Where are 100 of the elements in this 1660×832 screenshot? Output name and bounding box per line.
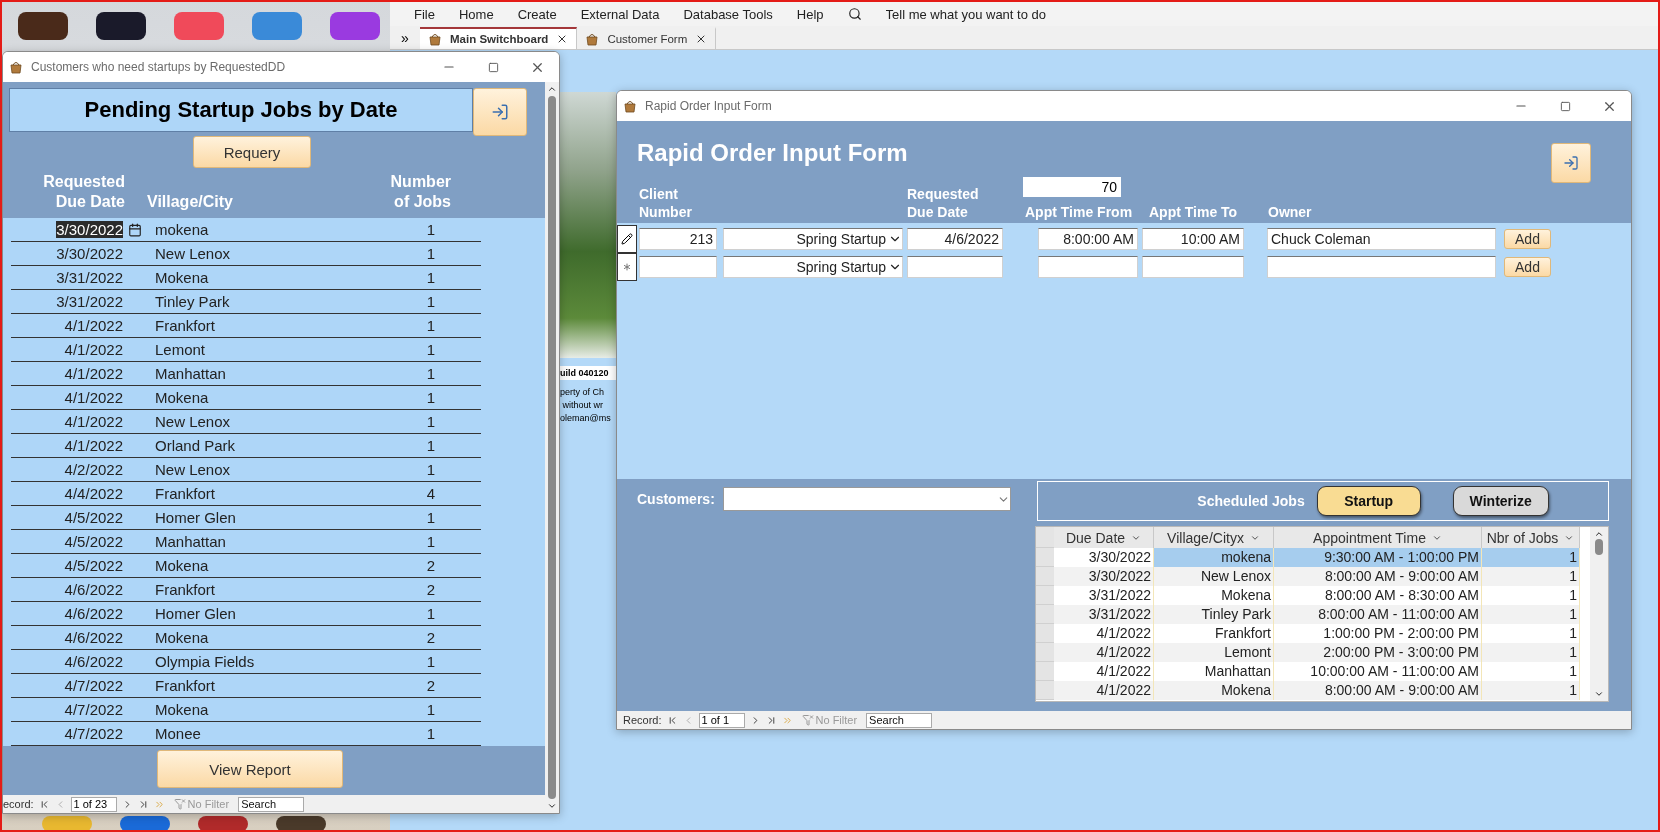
scroll-up-icon[interactable] bbox=[547, 84, 557, 94]
record-position-field[interactable]: 1 of 1 bbox=[698, 712, 745, 728]
jobs-cell-text: 1 bbox=[425, 653, 437, 671]
scrollbar[interactable] bbox=[1590, 527, 1608, 701]
pencil-icon bbox=[621, 233, 633, 245]
jobs-cell-text: 2 bbox=[425, 581, 437, 599]
menu-item[interactable]: Help bbox=[796, 6, 824, 22]
city-cell-text: mokena bbox=[154, 221, 210, 239]
table-cell: 1 bbox=[1482, 605, 1580, 624]
app-icon[interactable] bbox=[18, 12, 68, 40]
date-cell[interactable]: 3/31/2022 bbox=[11, 293, 123, 311]
date-cell[interactable]: 4/5/2022 bbox=[11, 557, 123, 575]
app-icon[interactable] bbox=[276, 816, 326, 830]
scroll-thumb[interactable] bbox=[548, 96, 556, 799]
menu-item[interactable]: File bbox=[414, 6, 435, 22]
date-cell[interactable]: 4/4/2022 bbox=[11, 485, 123, 503]
column-header: Requested Due Date bbox=[42, 172, 125, 212]
jobs-cell-text: 1 bbox=[425, 509, 437, 527]
add-button[interactable]: Add bbox=[1504, 257, 1551, 277]
calendar-icon[interactable] bbox=[128, 222, 142, 237]
note-text: without wr bbox=[561, 399, 604, 412]
city-cell-text: Frankfort bbox=[154, 581, 216, 599]
scrollbar[interactable] bbox=[545, 82, 559, 813]
date-cell[interactable]: 4/6/2022 bbox=[11, 581, 123, 599]
scroll-thumb[interactable] bbox=[1595, 539, 1603, 555]
column-label: Owner bbox=[1268, 203, 1312, 221]
client-number-field[interactable] bbox=[639, 256, 717, 278]
column-header[interactable]: Appointment Time bbox=[1274, 527, 1482, 548]
table-cell: 8:00:00 AM - 9:00:00 AM bbox=[1274, 567, 1482, 586]
job-type-dropdown[interactable]: Spring Startup bbox=[723, 256, 903, 278]
scroll-down-icon[interactable] bbox=[1594, 689, 1604, 699]
job-filter-button[interactable]: Winterize bbox=[1452, 486, 1549, 516]
menu-item[interactable]: External Data bbox=[580, 6, 660, 22]
exit-button[interactable] bbox=[1551, 143, 1591, 183]
date-cell[interactable]: 3/31/2022 bbox=[11, 269, 123, 287]
jobs-cell-text: 1 bbox=[425, 413, 437, 431]
time-to-field[interactable] bbox=[1142, 256, 1244, 278]
city-cell-text: Homer Glen bbox=[154, 605, 237, 623]
column-header[interactable]: Due Date bbox=[1054, 527, 1154, 548]
tell-me-field[interactable]: Tell me what you want to do bbox=[885, 6, 1106, 22]
scroll-down-icon[interactable] bbox=[547, 801, 557, 811]
time-from-field[interactable]: 8:00:00 AM bbox=[1038, 228, 1138, 250]
customers-dropdown[interactable] bbox=[722, 487, 1011, 511]
date-cell[interactable]: 4/1/2022 bbox=[11, 317, 123, 335]
job-filter-button[interactable]: Startup bbox=[1316, 486, 1421, 516]
city-cell-text: Manhattan bbox=[154, 365, 227, 383]
jobs-cell-text: 1 bbox=[425, 293, 437, 311]
due-date-field[interactable] bbox=[907, 256, 1003, 278]
date-cell[interactable]: 4/2/2022 bbox=[11, 461, 123, 479]
date-cell[interactable]: 4/1/2022 bbox=[11, 341, 123, 359]
jobs-cell-text: 2 bbox=[425, 629, 437, 647]
maximize-icon[interactable] bbox=[487, 61, 499, 73]
view-report-button[interactable]: View Report bbox=[157, 750, 343, 789]
due-date-field[interactable]: 4/6/2022 bbox=[907, 228, 1003, 250]
date-cell[interactable]: 4/1/2022 bbox=[11, 413, 123, 431]
date-cell[interactable]: 4/5/2022 bbox=[11, 509, 123, 527]
column-label: Appt Time From bbox=[1025, 203, 1133, 221]
search-icon bbox=[847, 7, 862, 21]
menu-item[interactable]: Database Tools bbox=[683, 6, 773, 22]
column-header[interactable]: Village/Cityx bbox=[1154, 527, 1274, 548]
app-icon[interactable] bbox=[96, 12, 146, 40]
table-cell: 2:00:00 PM - 3:00:00 PM bbox=[1274, 643, 1482, 662]
table-cell: 3/31/2022 bbox=[1054, 605, 1154, 624]
requery-button[interactable]: Requery bbox=[193, 136, 311, 168]
date-cell[interactable]: 4/5/2022 bbox=[11, 533, 123, 551]
city-cell-text: New Lenox bbox=[154, 461, 232, 479]
table-cell: Mokena bbox=[1154, 681, 1274, 700]
date-cell[interactable]: 4/1/2022 bbox=[11, 389, 123, 407]
menu-item[interactable]: Home bbox=[458, 6, 494, 22]
date-cell[interactable]: 4/7/2022 bbox=[11, 725, 123, 743]
overflow-chevron[interactable]: » bbox=[390, 29, 420, 46]
time-to-field[interactable]: 10:00 AM bbox=[1142, 228, 1244, 250]
date-cell[interactable]: 4/6/2022 bbox=[11, 629, 123, 647]
document-tab[interactable]: Main Switchboard bbox=[420, 27, 578, 49]
job-type-dropdown[interactable]: Spring Startup bbox=[723, 228, 903, 250]
counter-field[interactable]: 70 bbox=[1023, 177, 1121, 197]
time-from-field[interactable] bbox=[1038, 256, 1138, 278]
scroll-up-icon[interactable] bbox=[1594, 529, 1604, 539]
menu-item[interactable]: Create bbox=[517, 6, 557, 22]
owner-field[interactable] bbox=[1267, 256, 1496, 278]
date-cell[interactable]: 4/7/2022 bbox=[11, 677, 123, 695]
record-position-field[interactable]: 1 of 23 bbox=[70, 796, 117, 812]
date-cell[interactable]: 4/1/2022 bbox=[11, 437, 123, 455]
column-header[interactable]: Nbr of Jobs bbox=[1482, 527, 1580, 548]
date-cell[interactable]: 4/1/2022 bbox=[11, 365, 123, 383]
date-cell[interactable]: 3/30/2022 bbox=[11, 245, 123, 263]
add-button[interactable]: Add bbox=[1504, 229, 1551, 249]
maximize-icon[interactable] bbox=[1559, 100, 1571, 112]
date-cell[interactable]: 4/6/2022 bbox=[11, 605, 123, 623]
exit-button[interactable] bbox=[473, 88, 527, 136]
client-number-field[interactable]: 213 bbox=[639, 228, 717, 250]
table-cell: 4/1/2022 bbox=[1054, 681, 1154, 700]
record-selector[interactable] bbox=[617, 225, 637, 253]
report-heading: Pending Startup Jobs by Date bbox=[9, 88, 473, 132]
search-field[interactable]: Search bbox=[238, 796, 305, 812]
date-cell[interactable]: 4/7/2022 bbox=[11, 701, 123, 719]
record-selector[interactable] bbox=[617, 253, 637, 281]
search-field[interactable]: Search bbox=[866, 712, 933, 728]
date-cell[interactable]: 4/6/2022 bbox=[11, 653, 123, 671]
owner-field[interactable]: Chuck Coleman bbox=[1267, 228, 1496, 250]
